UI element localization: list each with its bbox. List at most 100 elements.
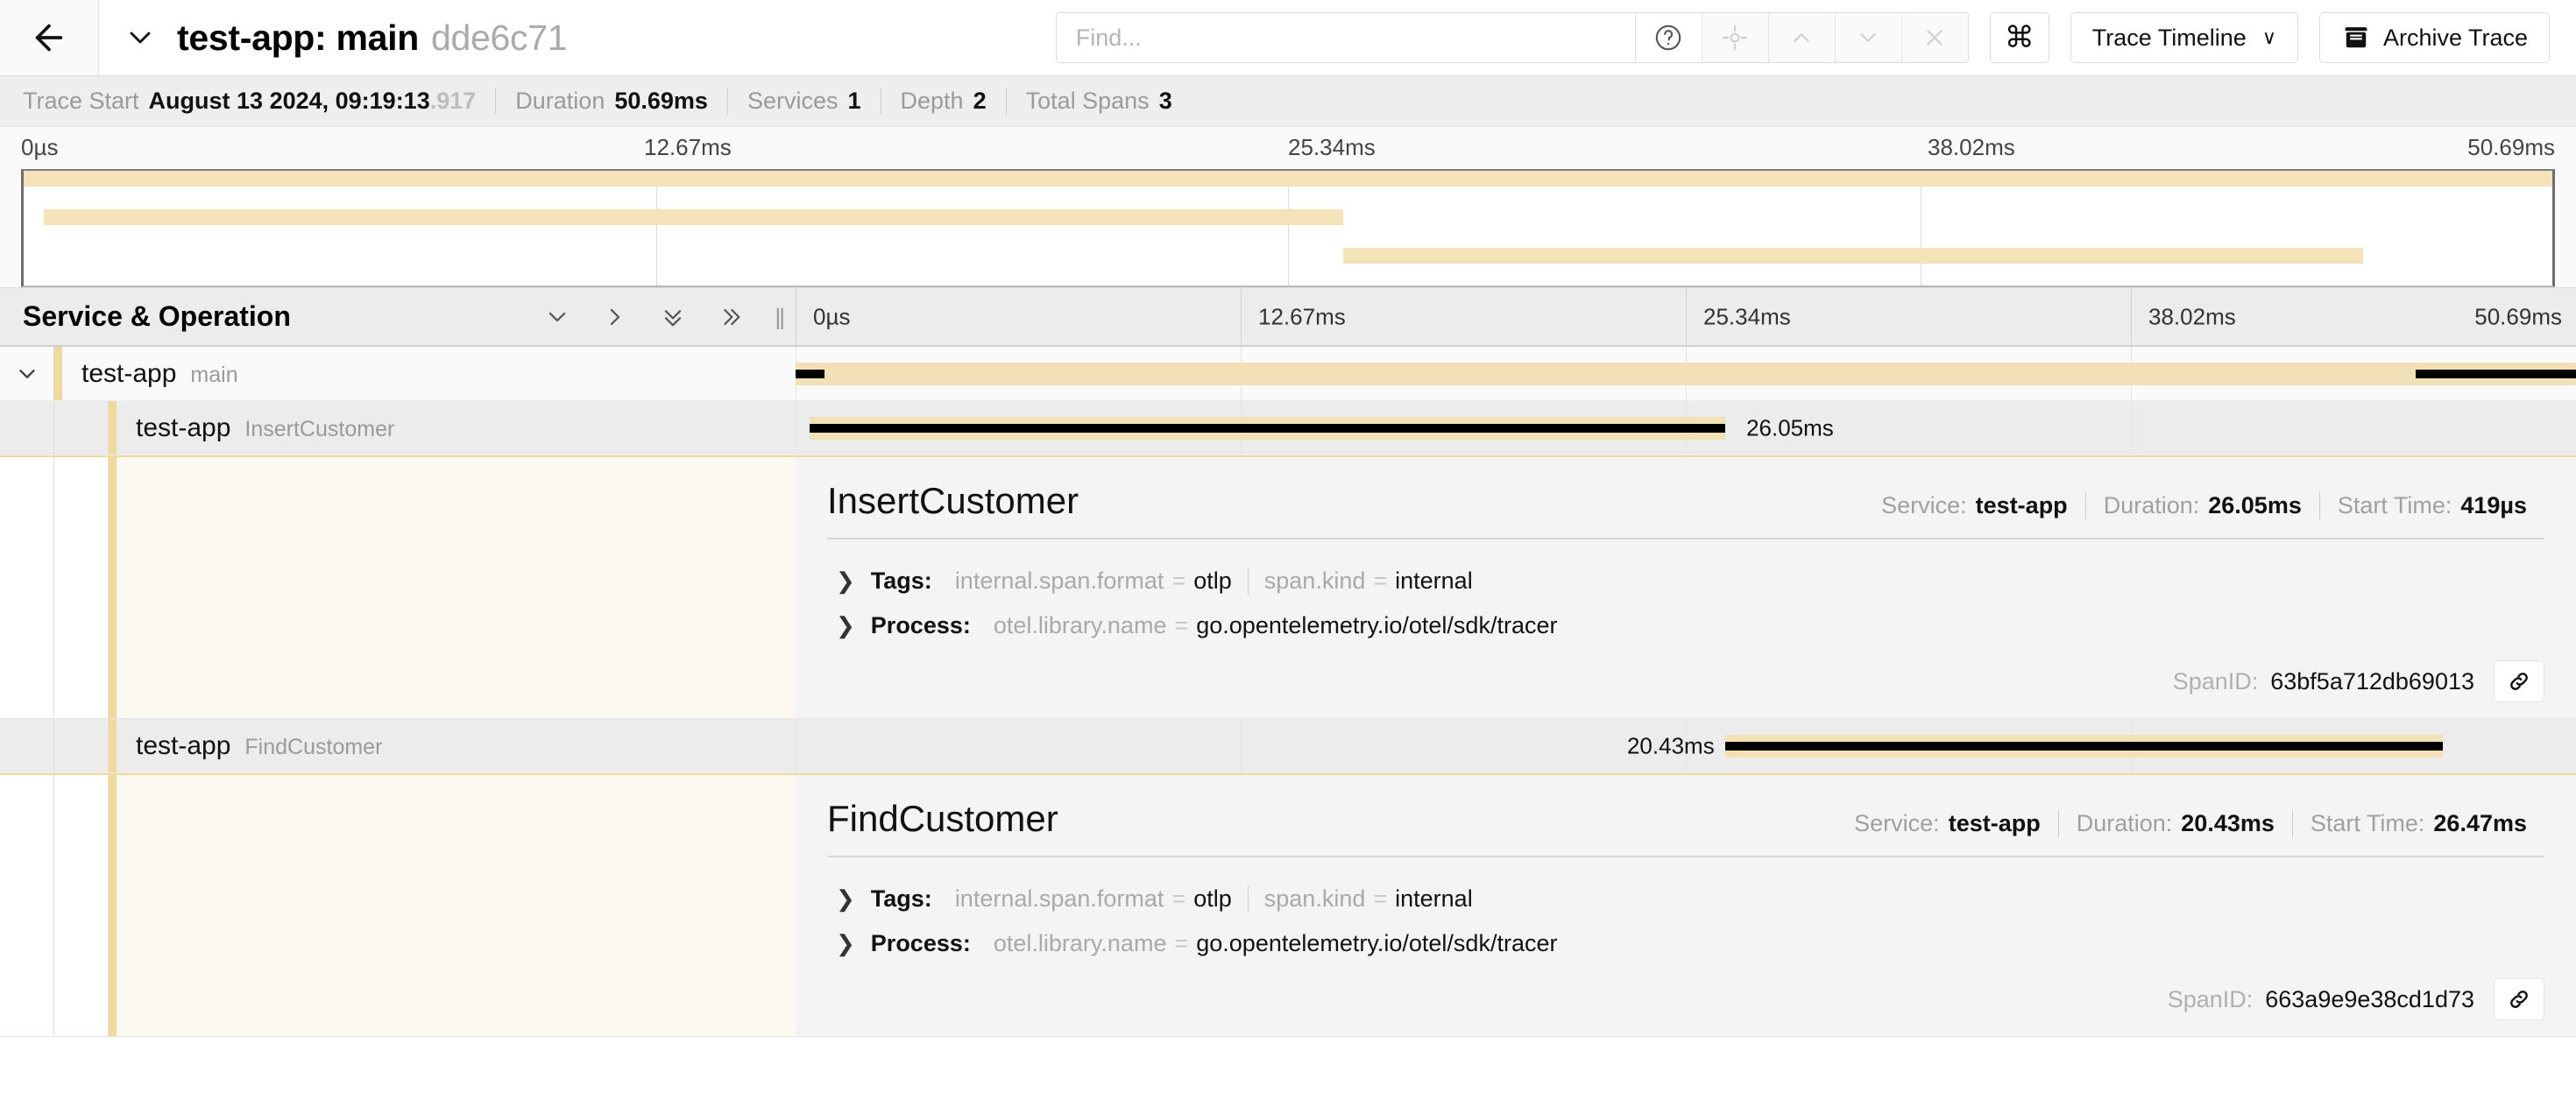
keyboard-shortcuts-button[interactable]: ⌘: [1990, 12, 2049, 63]
span-service-name: test-app: [136, 731, 230, 761]
span-id-value: 663a9e9e38cd1d73: [2265, 986, 2474, 1013]
summary-label: Services: [747, 88, 839, 115]
minimap-tick: 25.34ms: [1288, 134, 1376, 161]
meta-key: Duration:: [2077, 810, 2173, 837]
process-values: otel.library.name = go.opentelemetry.io/…: [987, 612, 1574, 639]
span-bar: [796, 363, 2576, 385]
span-service-name: test-app: [136, 413, 230, 443]
question-circle-icon: [1653, 23, 1683, 53]
search-input[interactable]: [1057, 13, 1635, 62]
arrow-left-icon: [29, 18, 69, 58]
span-name-cell[interactable]: test-app FindCustomer: [0, 719, 796, 772]
archive-trace-button[interactable]: Archive Trace: [2319, 12, 2550, 63]
span-duration-label: 20.43ms: [1627, 732, 1715, 759]
collapse-one-icon[interactable]: [543, 303, 571, 331]
minimap-span-bar: [1343, 248, 2362, 264]
span-detail-meta: Service: test-app Duration: 26.05ms Star…: [1864, 492, 2544, 519]
process-row[interactable]: ❯ Process: otel.library.name = go.opente…: [827, 921, 2544, 966]
link-icon: [2506, 986, 2532, 1012]
tags-label: Tags:: [871, 568, 932, 595]
span-timeline-cell[interactable]: 26.05ms: [796, 401, 2576, 455]
chevron-right-icon[interactable]: ❯: [836, 568, 855, 595]
span-bar: [810, 417, 1724, 440]
table-row[interactable]: test-app InsertCustomer 26.05ms: [0, 401, 2576, 455]
search-help-button[interactable]: [1635, 13, 1702, 62]
search-prev-button[interactable]: [1768, 13, 1835, 62]
service-color-stripe: [109, 719, 117, 772]
minimap-canvas[interactable]: [21, 169, 2555, 287]
minimap[interactable]: 0µs 12.67ms 25.34ms 38.02ms 50.69ms: [0, 127, 2576, 287]
meta-value: 20.43ms: [2181, 810, 2275, 837]
tag-equals: =: [1373, 568, 1387, 595]
copy-span-link-button[interactable]: [2494, 978, 2544, 1020]
tags-row[interactable]: ❯ Tags: internal.span.format = otlp span…: [827, 559, 2544, 603]
span-toggle-cell[interactable]: [0, 347, 54, 400]
view-selector-button[interactable]: Trace Timeline ∨: [2070, 12, 2298, 63]
trace-title-block: test-app: maindde6c71: [99, 0, 567, 75]
span-timeline-cell[interactable]: [796, 347, 2576, 400]
tag-value: internal: [1395, 568, 1473, 595]
span-name-cell[interactable]: test-app main: [0, 347, 796, 400]
tag-item: internal.span.format = otlp: [948, 885, 1248, 913]
collapse-all-icon[interactable]: [659, 303, 687, 331]
command-icon: ⌘: [2005, 23, 2035, 53]
minimap-tick: 50.69ms: [2467, 134, 2555, 161]
chevron-right-icon[interactable]: ❯: [836, 885, 855, 913]
span-toggle-cell[interactable]: [54, 719, 109, 772]
copy-span-link-button[interactable]: [2494, 660, 2544, 702]
process-label: Process:: [871, 930, 971, 957]
span-timeline-cell[interactable]: 20.43ms: [796, 719, 2576, 772]
span-bar-fill: [1725, 742, 2443, 751]
span-name-cell[interactable]: test-app InsertCustomer: [0, 401, 796, 455]
span-bar-fill: [810, 424, 1724, 433]
top-header: test-app: maindde6c71: [0, 0, 2576, 76]
meta-start-time: Start Time: 419µs: [2319, 492, 2544, 519]
span-duration-label: 26.05ms: [1746, 414, 1834, 441]
trace-id: dde6c71: [431, 18, 567, 58]
table-row[interactable]: test-app FindCustomer 20.43ms: [0, 719, 2576, 773]
meta-value: test-app: [1976, 492, 2068, 519]
tag-equals: =: [1171, 885, 1185, 913]
timeline-tick: 25.34ms: [1703, 303, 1791, 330]
expand-one-icon[interactable]: [601, 303, 629, 331]
tag-value: otlp: [1193, 885, 1232, 913]
process-label: Process:: [871, 612, 971, 639]
header-spacer: [567, 0, 1056, 75]
chevron-right-icon[interactable]: ❯: [836, 612, 855, 639]
span-detail-header: InsertCustomer Service: test-app Duratio…: [827, 480, 2544, 538]
search-clear-button[interactable]: [1901, 13, 1968, 62]
span-toggle-cell[interactable]: [54, 401, 109, 455]
service-color-stripe: [109, 457, 117, 718]
summary-label: Trace Start: [23, 88, 139, 115]
minimap-axis: 0µs 12.67ms 25.34ms 38.02ms 50.69ms: [0, 127, 2576, 169]
span-id-value: 63bf5a712db69013: [2270, 668, 2474, 695]
summary-depth: Depth 2: [881, 88, 1006, 115]
span-detail-title: InsertCustomer: [827, 480, 1079, 522]
search-focus-button[interactable]: [1702, 13, 1768, 62]
span-id-row: SpanID: 63bf5a712db69013: [827, 648, 2544, 702]
span-detail-body: FindCustomer Service: test-app Duration:…: [796, 775, 2576, 1036]
table-row[interactable]: test-app main: [0, 347, 2576, 401]
summary-value-fraction: .917: [430, 88, 477, 114]
minimap-tick: 12.67ms: [644, 134, 732, 161]
summary-value: 50.69ms: [614, 88, 708, 115]
span-id-row: SpanID: 663a9e9e38cd1d73: [827, 966, 2544, 1020]
chevron-down-icon[interactable]: [123, 20, 158, 55]
meta-value: 26.47ms: [2433, 810, 2527, 837]
tag-equals: =: [1171, 568, 1185, 595]
tag-value: otlp: [1193, 568, 1232, 595]
timeline-tick: 38.02ms: [2148, 303, 2236, 330]
chevron-down-icon[interactable]: [14, 361, 40, 387]
tag-key: internal.span.format: [955, 568, 1164, 595]
summary-label: Duration: [515, 88, 605, 115]
back-button[interactable]: [0, 0, 99, 75]
process-equals: =: [1174, 612, 1188, 639]
expand-all-icon[interactable]: [717, 303, 745, 331]
process-row[interactable]: ❯ Process: otel.library.name = go.opente…: [827, 603, 2544, 648]
column-resize-handle[interactable]: ||: [775, 303, 783, 330]
search-next-button[interactable]: [1835, 13, 1901, 62]
chevron-right-icon[interactable]: ❯: [836, 930, 855, 957]
minimap-tick: 38.02ms: [1928, 134, 2015, 161]
process-item: otel.library.name = go.opentelemetry.io/…: [987, 930, 1574, 957]
tags-row[interactable]: ❯ Tags: internal.span.format = otlp span…: [827, 877, 2544, 921]
